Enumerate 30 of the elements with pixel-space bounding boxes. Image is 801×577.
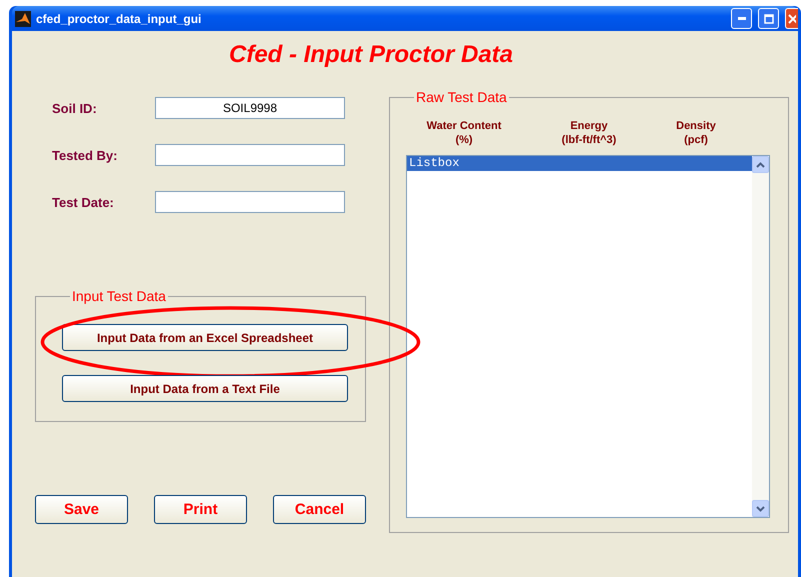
- action-button[interactable]: Save: [35, 495, 128, 524]
- scroll-up-icon[interactable]: [752, 156, 769, 173]
- group-title: Input Test Data: [71, 288, 167, 304]
- app-icon: [15, 10, 31, 26]
- field-label: Test Date:: [52, 194, 115, 210]
- text-field[interactable]: SOIL9998: [155, 97, 345, 119]
- group-title: Raw Test Data: [415, 89, 508, 105]
- close-button[interactable]: [785, 8, 798, 29]
- minimize-button[interactable]: [731, 8, 752, 29]
- list-box[interactable]: Listbox: [406, 155, 770, 518]
- field-label: Tested By:: [52, 148, 118, 162]
- text-field[interactable]: [155, 191, 345, 213]
- column-header: Energy (lbf-ft/ft^3): [560, 119, 618, 148]
- maximize-button[interactable]: [758, 8, 779, 29]
- scroll-bar[interactable]: [752, 156, 769, 517]
- maximize-icon: [764, 14, 774, 24]
- window-title: cfed_proctor_data_input_gui: [36, 12, 202, 26]
- import-button[interactable]: Input Data from a Text File: [62, 375, 348, 402]
- close-icon: [788, 14, 796, 24]
- scroll-down-icon[interactable]: [752, 500, 769, 517]
- form-heading: Cfed - Input Proctor Data: [229, 41, 514, 70]
- text-field[interactable]: [155, 144, 345, 166]
- field-label: Soil ID:: [52, 100, 98, 116]
- column-header: Density (pcf): [675, 119, 717, 148]
- minimize-icon: [738, 17, 746, 20]
- list-item[interactable]: Listbox: [407, 156, 752, 171]
- import-button[interactable]: Input Data from an Excel Spreadsheet: [62, 324, 348, 351]
- column-header: Water Content (%): [426, 119, 502, 148]
- action-button[interactable]: Cancel: [273, 495, 366, 524]
- action-button[interactable]: Print: [154, 495, 247, 524]
